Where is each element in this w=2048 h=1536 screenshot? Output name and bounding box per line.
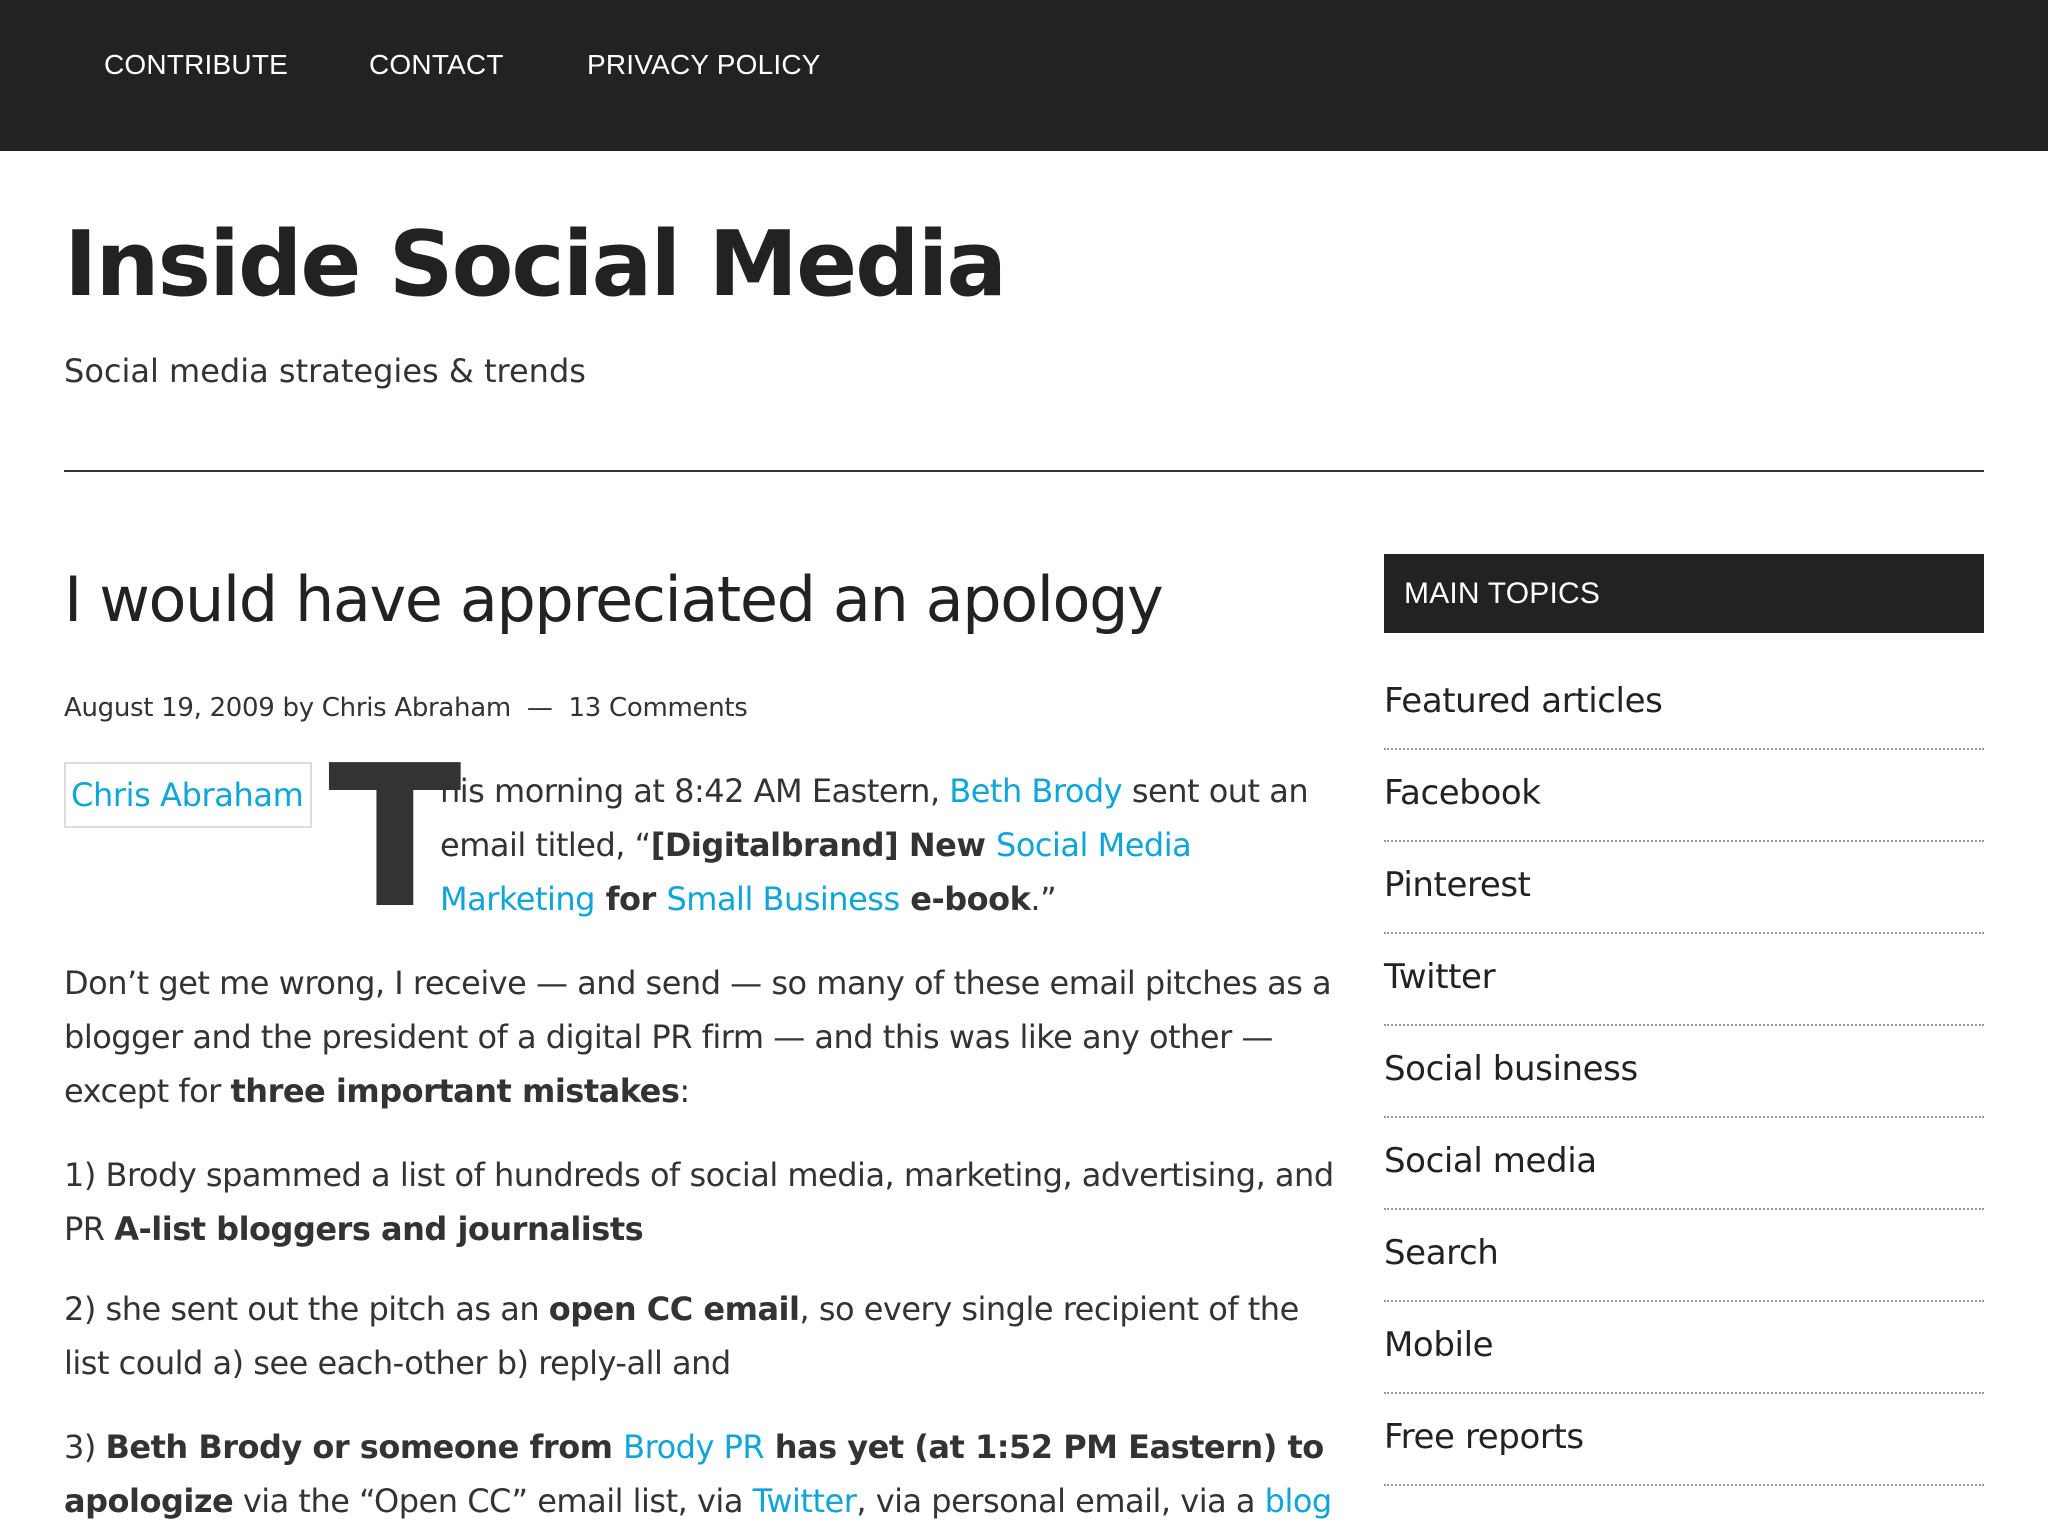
sidebar-topic-social-media[interactable]: Social media [1384, 1118, 1984, 1210]
topic-link[interactable]: Search [1384, 1233, 1499, 1273]
header-divider [64, 470, 1984, 472]
topic-link[interactable]: Twitter [1384, 957, 1496, 997]
meta-separator: — [526, 693, 553, 723]
text: .” [1030, 880, 1057, 918]
topic-link[interactable]: Pinterest [1384, 865, 1531, 905]
bold-text: open CC email [548, 1290, 800, 1328]
text: 2) she sent out the pitch as an [64, 1290, 549, 1328]
author-image[interactable]: Chris Abraham [64, 762, 312, 828]
sidebar-topic-pinterest[interactable]: Pinterest [1384, 842, 1984, 934]
sidebar-topic-mobile[interactable]: Mobile [1384, 1302, 1984, 1394]
post-date: August 19, 2009 [64, 693, 275, 723]
sidebar-topic-free-reports[interactable]: Free reports [1384, 1394, 1984, 1486]
bold-text: Beth Brody or someone from [105, 1428, 624, 1466]
topic-link[interactable]: Featured articles [1384, 681, 1663, 721]
topic-link[interactable]: Free reports [1384, 1417, 1584, 1457]
link-twitter[interactable]: Twitter [753, 1482, 857, 1520]
text: : [679, 1072, 690, 1110]
sidebar-topic-search[interactable]: Search [1384, 1210, 1984, 1302]
paragraph-5: 3) Beth Brody or someone from Brody PR h… [64, 1420, 1334, 1528]
text: via the “Open CC” email list, via [233, 1482, 753, 1520]
post-by: by [282, 693, 315, 723]
topic-link[interactable]: Social media [1384, 1141, 1597, 1181]
nav-contribute[interactable]: CONTRIBUTE [104, 45, 288, 85]
paragraph-4: 2) she sent out the pitch as an open CC … [64, 1282, 1334, 1390]
post-title: I would have appreciated an apology [64, 563, 1164, 636]
sidebar-heading: MAIN TOPICS [1384, 554, 1984, 633]
sidebar-topic-twitter[interactable]: Twitter [1384, 934, 1984, 1026]
nav-contact[interactable]: CONTACT [369, 45, 504, 85]
site-title[interactable]: Inside Social Media [64, 210, 1007, 320]
sidebar-topic-social-business[interactable]: Social business [1384, 1026, 1984, 1118]
topic-link[interactable]: Mobile [1384, 1325, 1494, 1365]
text: 3) [64, 1428, 106, 1466]
text: , via personal email, via a [856, 1482, 1265, 1520]
site-description: Social media strategies & trends [64, 352, 586, 390]
post-comments-link[interactable]: 13 Comments [569, 693, 748, 723]
paragraph-3: 1) Brody spammed a list of hundreds of s… [64, 1148, 1334, 1256]
paragraph-2: Don’t get me wrong, I receive — and send… [64, 956, 1334, 1118]
nav-privacy-policy[interactable]: PRIVACY POLICY [587, 45, 821, 85]
paragraph-1: his morning at 8:42 AM Eastern, Beth Bro… [440, 764, 1340, 926]
bold-text: e-book [899, 880, 1031, 918]
sidebar-topic-featured-articles[interactable]: Featured articles [1384, 658, 1984, 750]
link-small-business[interactable]: Small Business [666, 880, 900, 918]
text: his morning at 8:42 AM Eastern, [440, 772, 950, 810]
link-beth-brody[interactable]: Beth Brody [949, 772, 1122, 810]
bold-text: for [594, 880, 667, 918]
topic-link[interactable]: Facebook [1384, 773, 1541, 813]
link-brody-pr[interactable]: Brody PR [623, 1428, 764, 1466]
link-blog[interactable]: blog [1265, 1482, 1333, 1520]
bold-text: three important mistakes [230, 1072, 680, 1110]
bold-text: [Digitalbrand] New [650, 826, 997, 864]
bold-text: A-list bloggers and journalists [114, 1210, 644, 1248]
topic-link[interactable]: Social business [1384, 1049, 1638, 1089]
top-navigation-bar: CONTRIBUTE CONTACT PRIVACY POLICY [0, 0, 2048, 151]
post-author-link[interactable]: Chris Abraham [322, 693, 511, 723]
sidebar-topic-facebook[interactable]: Facebook [1384, 750, 1984, 842]
post-meta: August 19, 2009 by Chris Abraham — 13 Co… [64, 688, 748, 728]
